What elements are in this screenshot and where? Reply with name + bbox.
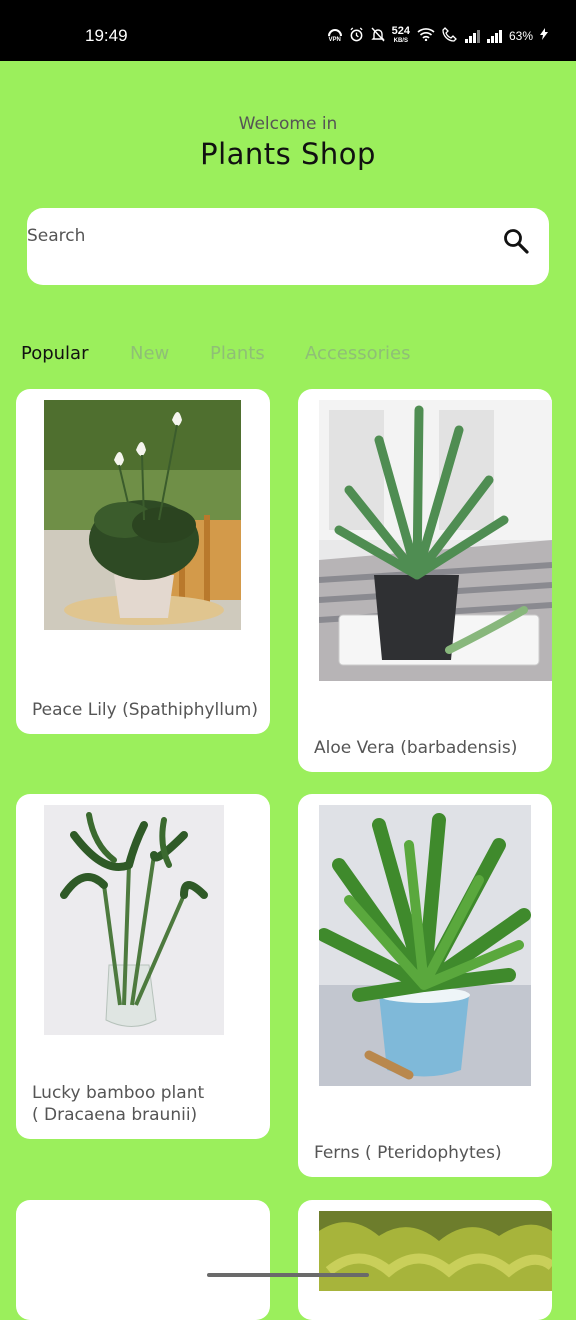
battery-percent: 63% [508,28,533,43]
product-card-partial-right[interactable] [298,1200,552,1320]
welcome-text: Welcome in [238,114,338,134]
volte-call-icon [442,26,458,45]
page-title: Plants Shop [200,137,376,171]
tab-accessories[interactable]: Accessories [305,343,411,364]
product-card-lucky-bamboo[interactable]: Lucky bamboo plant ( Dracaena braunii) [16,794,270,1139]
search-input[interactable] [27,222,467,250]
plant-image-partial [319,1211,552,1291]
tab-plants[interactable]: Plants [210,343,265,364]
product-card-aloe-vera[interactable]: Aloe Vera (barbadensis) [298,389,552,772]
search-bar[interactable] [27,208,549,285]
product-label: Lucky bamboo plant ( Dracaena braunii) [32,1083,205,1125]
search-icon[interactable] [503,228,529,254]
peace-lily-image [44,400,241,630]
ferns-image [319,805,531,1086]
product-label: Peace Lily (Spathiphyllum) [32,700,258,720]
charging-icon [540,28,548,43]
product-label: Ferns ( Pteridophytes) [314,1143,502,1163]
alarm-icon [349,26,364,45]
aloe-vera-image [319,400,552,681]
vpn-icon: VPN [327,28,342,43]
tab-popular[interactable]: Popular [21,343,89,364]
tab-new[interactable]: New [130,343,169,364]
product-card-peace-lily[interactable]: Peace Lily (Spathiphyllum) [16,389,270,734]
wifi-icon [417,27,435,44]
product-label: Aloe Vera (barbadensis) [314,738,518,758]
mute-bell-icon [370,27,385,45]
status-time: 19:49 [85,26,128,45]
lucky-bamboo-image [44,805,224,1035]
network-speed: 524 KB/S [391,25,410,45]
status-icons: VPN 524 KB/S 63% [327,25,548,45]
status-bar: 19:49 VPN 524 KB/S 63% [0,0,576,61]
signal-icon-sim2 [486,29,502,43]
product-card-ferns[interactable]: Ferns ( Pteridophytes) [298,794,552,1177]
home-indicator[interactable] [207,1273,369,1277]
signal-icon-sim1 [464,29,480,43]
product-card-partial-left[interactable] [16,1200,270,1320]
